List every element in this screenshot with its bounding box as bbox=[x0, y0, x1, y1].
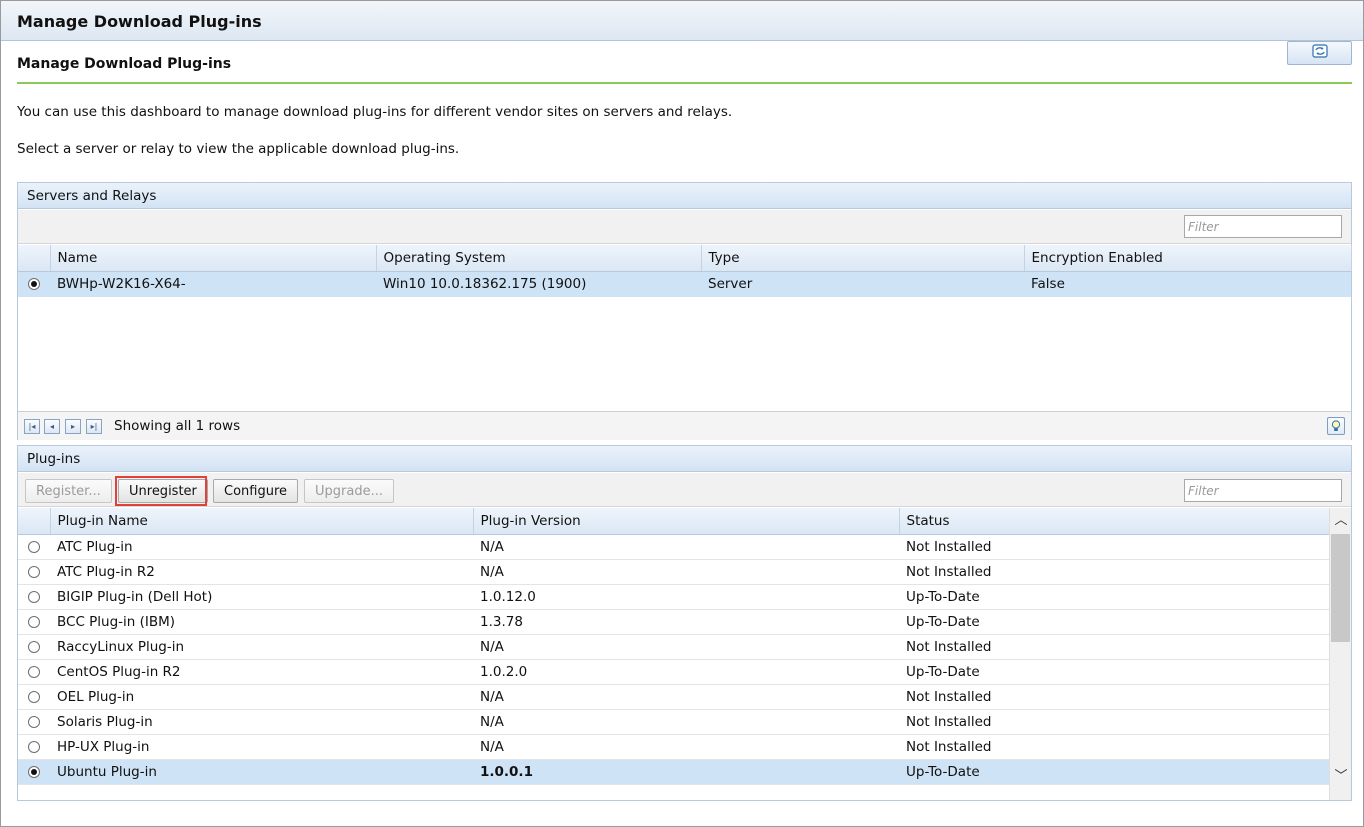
lightbulb-icon[interactable] bbox=[1327, 417, 1345, 435]
plugin-row[interactable]: ATC Plug-in N/A Not Installed bbox=[18, 534, 1329, 560]
plugin-status: Not Installed bbox=[899, 709, 1329, 735]
refresh-button[interactable] bbox=[1287, 41, 1352, 65]
plugin-status: Not Installed bbox=[899, 559, 1329, 585]
select-column-header bbox=[18, 508, 51, 535]
servers-pager: |◂ ◂ ▸ ▸| Showing all 1 rows bbox=[18, 411, 1351, 440]
plugin-status: Not Installed bbox=[899, 734, 1329, 760]
plugin-row[interactable]: RaccyLinux Plug-in N/A Not Installed bbox=[18, 634, 1329, 660]
plugins-filter-input[interactable] bbox=[1184, 479, 1342, 502]
column-header-plugin-version[interactable]: Plug-in Version bbox=[473, 508, 900, 535]
plugin-row[interactable]: CentOS Plug-in R2 1.0.2.0 Up-To-Date bbox=[18, 659, 1329, 685]
plugin-radio[interactable] bbox=[28, 740, 40, 753]
plugin-row[interactable]: ATC Plug-in R2 N/A Not Installed bbox=[18, 559, 1329, 585]
pager-status: Showing all 1 rows bbox=[114, 418, 241, 434]
plugin-name: CentOS Plug-in R2 bbox=[50, 659, 473, 685]
plugin-status: Up-To-Date bbox=[899, 609, 1329, 635]
instruction-text: Select a server or relay to view the app… bbox=[17, 141, 460, 157]
column-header-status[interactable]: Status bbox=[899, 508, 1330, 535]
intro-text: You can use this dashboard to manage dow… bbox=[17, 104, 733, 120]
plugin-row[interactable]: BCC Plug-in (IBM) 1.3.78 Up-To-Date bbox=[18, 609, 1329, 635]
column-header-encryption[interactable]: Encryption Enabled bbox=[1024, 245, 1352, 272]
plugin-status: Up-To-Date bbox=[899, 584, 1329, 610]
plugin-version: 1.3.78 bbox=[473, 609, 899, 635]
plugin-row[interactable]: OEL Plug-in N/A Not Installed bbox=[18, 684, 1329, 710]
plugin-name: Solaris Plug-in bbox=[50, 709, 473, 735]
plugin-status: Up-To-Date bbox=[899, 659, 1329, 685]
plugin-version: N/A bbox=[473, 559, 899, 585]
scrollbar-thumb[interactable] bbox=[1331, 534, 1350, 642]
plugin-radio[interactable] bbox=[28, 690, 40, 703]
plugin-row[interactable]: HP-UX Plug-in N/A Not Installed bbox=[18, 734, 1329, 760]
plugin-name: HP-UX Plug-in bbox=[50, 734, 473, 760]
column-header-type[interactable]: Type bbox=[701, 245, 1025, 272]
plugin-version: 1.0.2.0 bbox=[473, 659, 899, 685]
plugin-radio[interactable] bbox=[28, 765, 40, 778]
plugin-row[interactable]: BIGIP Plug-in (Dell Hot) 1.0.12.0 Up-To-… bbox=[18, 584, 1329, 610]
heading-divider bbox=[17, 82, 1352, 84]
plugin-version: N/A bbox=[473, 634, 899, 660]
servers-panel: Servers and Relays Name Operating System… bbox=[17, 182, 1352, 440]
first-page-icon[interactable]: |◂ bbox=[24, 419, 40, 434]
page-heading: Manage Download Plug-ins bbox=[17, 56, 232, 72]
plugins-scrollbar[interactable]: ︿ ﹀ bbox=[1329, 508, 1351, 800]
plugins-toolbar: Register... Unregister Configure Upgrade… bbox=[18, 473, 1351, 507]
plugin-version: N/A bbox=[473, 709, 899, 735]
next-page-icon[interactable]: ▸ bbox=[65, 419, 81, 434]
plugin-version: N/A bbox=[473, 534, 899, 560]
servers-filter-input[interactable] bbox=[1184, 215, 1342, 238]
plugin-row[interactable]: Solaris Plug-in N/A Not Installed bbox=[18, 709, 1329, 735]
plugin-name: BIGIP Plug-in (Dell Hot) bbox=[50, 584, 473, 610]
plugins-panel-title: Plug-ins bbox=[18, 446, 1351, 472]
chevron-down-icon[interactable]: ﹀ bbox=[1334, 770, 1348, 784]
plugin-status: Up-To-Date bbox=[899, 759, 1329, 785]
plugin-version: N/A bbox=[473, 684, 899, 710]
last-page-icon[interactable]: ▸| bbox=[86, 419, 102, 434]
server-row[interactable]: BWHp-W2K16-X64- Win10 10.0.18362.175 (19… bbox=[18, 271, 1351, 297]
plugin-status: Not Installed bbox=[899, 534, 1329, 560]
window-title: Manage Download Plug-ins bbox=[1, 1, 1363, 41]
upgrade-button[interactable]: Upgrade... bbox=[304, 479, 394, 503]
column-header-os[interactable]: Operating System bbox=[376, 245, 702, 272]
servers-panel-title: Servers and Relays bbox=[18, 183, 1351, 209]
plugin-name: ATC Plug-in bbox=[50, 534, 473, 560]
servers-table: Name Operating System Type Encryption En… bbox=[18, 245, 1352, 297]
server-encryption: False bbox=[1024, 271, 1351, 297]
configure-button[interactable]: Configure bbox=[213, 479, 299, 503]
plugin-version: 1.0.12.0 bbox=[473, 584, 899, 610]
plugin-radio[interactable] bbox=[28, 665, 40, 678]
plugin-name: Ubuntu Plug-in bbox=[50, 759, 473, 785]
plugin-radio[interactable] bbox=[28, 615, 40, 628]
server-os: Win10 10.0.18362.175 (1900) bbox=[376, 271, 701, 297]
plugin-radio[interactable] bbox=[28, 640, 40, 653]
plugin-name: RaccyLinux Plug-in bbox=[50, 634, 473, 660]
plugin-version: 1.0.0.1 bbox=[473, 759, 899, 785]
server-name: BWHp-W2K16-X64- bbox=[50, 271, 376, 297]
plugin-radio[interactable] bbox=[28, 565, 40, 578]
plugin-status: Not Installed bbox=[899, 684, 1329, 710]
chevron-up-icon[interactable]: ︿ bbox=[1334, 514, 1348, 528]
plugin-row-selected[interactable]: Ubuntu Plug-in 1.0.0.1 Up-To-Date bbox=[18, 759, 1329, 785]
plugin-name: BCC Plug-in (IBM) bbox=[50, 609, 473, 635]
plugin-status: Not Installed bbox=[899, 634, 1329, 660]
plugin-name: OEL Plug-in bbox=[50, 684, 473, 710]
servers-toolbar bbox=[18, 210, 1351, 244]
plugin-name: ATC Plug-in R2 bbox=[50, 559, 473, 585]
server-type: Server bbox=[701, 271, 1024, 297]
plugins-table: Plug-in Name Plug-in Version Status ATC … bbox=[18, 508, 1330, 785]
plugin-radio[interactable] bbox=[28, 540, 40, 553]
register-button[interactable]: Register... bbox=[25, 479, 112, 503]
plugin-radio[interactable] bbox=[28, 715, 40, 728]
prev-page-icon[interactable]: ◂ bbox=[44, 419, 60, 434]
plugins-panel: Plug-ins Register... Unregister Configur… bbox=[17, 445, 1352, 801]
unregister-highlight bbox=[115, 476, 207, 506]
plugin-radio[interactable] bbox=[28, 590, 40, 603]
column-header-name[interactable]: Name bbox=[50, 245, 377, 272]
server-radio[interactable] bbox=[28, 278, 40, 291]
column-header-plugin-name[interactable]: Plug-in Name bbox=[50, 508, 474, 535]
select-column-header bbox=[18, 245, 51, 272]
refresh-icon bbox=[1311, 44, 1328, 62]
plugin-version: N/A bbox=[473, 734, 899, 760]
